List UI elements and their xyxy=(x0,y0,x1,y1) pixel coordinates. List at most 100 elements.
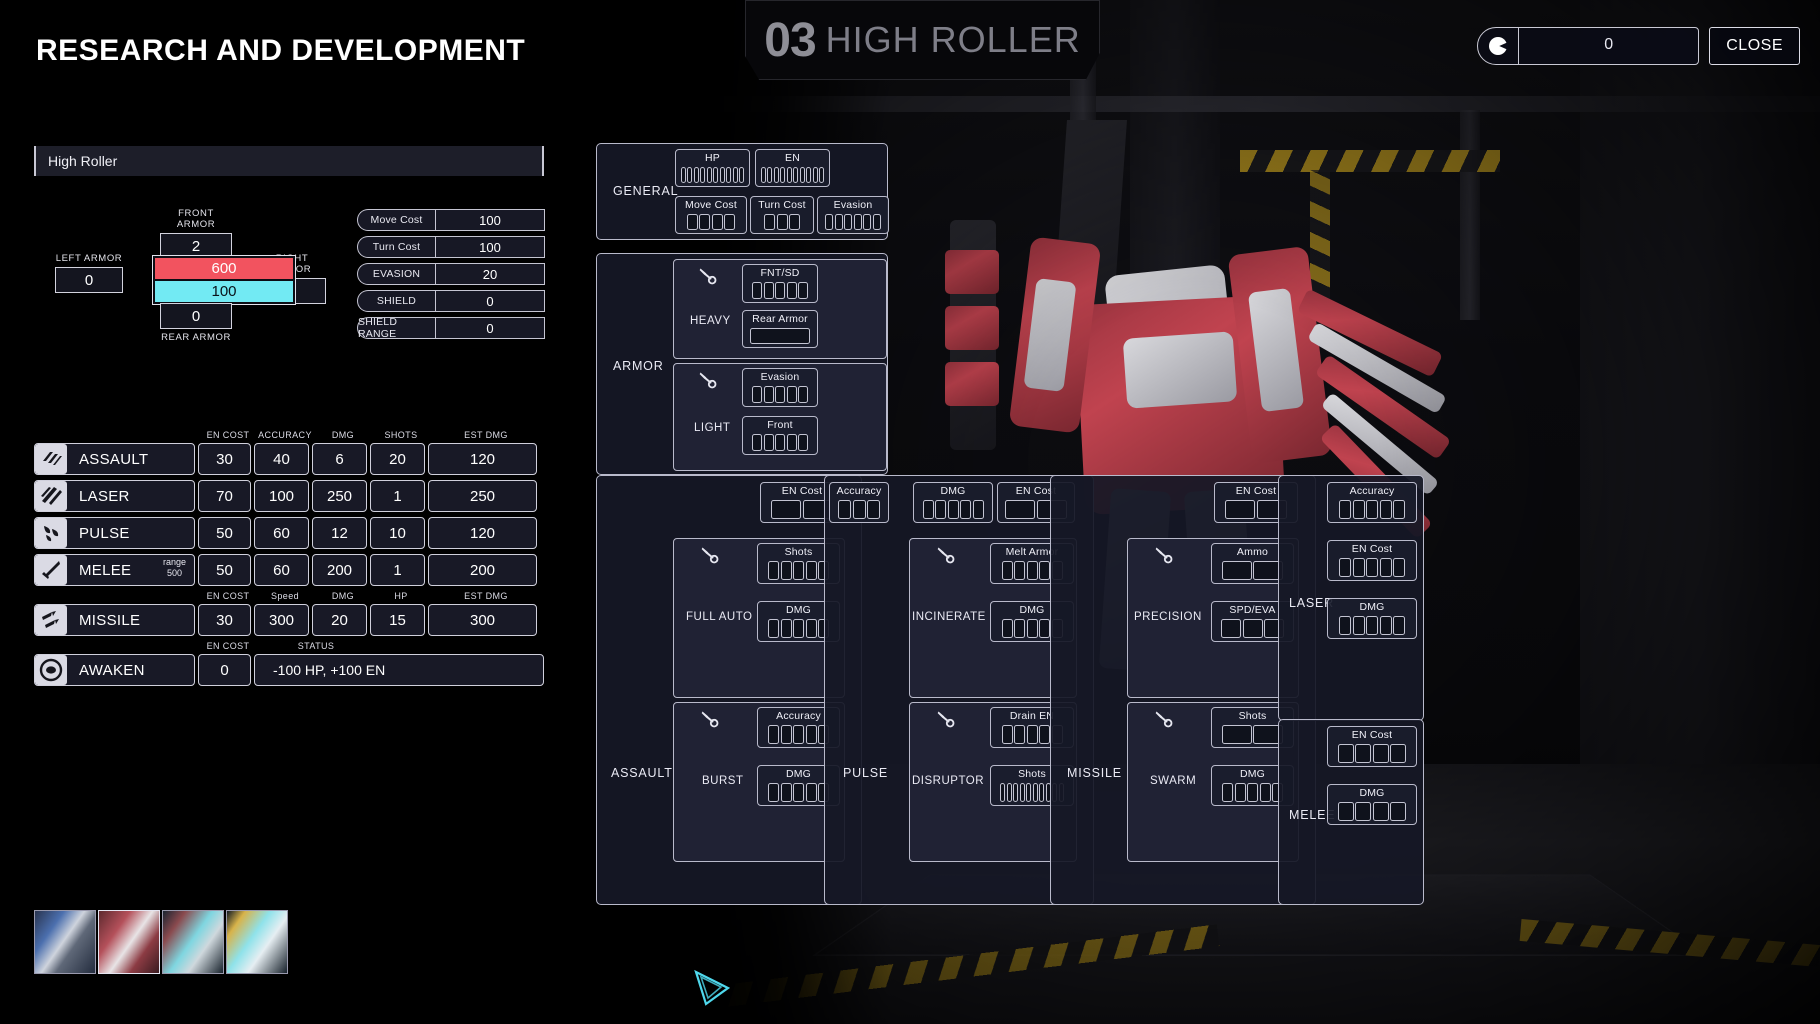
upgrade-pip[interactable] xyxy=(724,214,735,230)
upgrade-pip[interactable] xyxy=(764,282,774,299)
upgrade-pip[interactable] xyxy=(1243,619,1263,638)
upgrade-pip[interactable] xyxy=(1366,500,1378,519)
upgrade-pip[interactable] xyxy=(1366,616,1378,635)
upgrade-pip[interactable] xyxy=(781,725,792,744)
upgrade-pip[interactable] xyxy=(712,214,723,230)
unit-thumb-1[interactable] xyxy=(34,910,96,974)
upgrade-pip[interactable] xyxy=(787,434,797,451)
upgrade-pip[interactable] xyxy=(775,386,785,403)
upgrade-pip[interactable] xyxy=(973,500,984,519)
upgrade-pip[interactable] xyxy=(1039,619,1050,638)
upgrade-pip[interactable] xyxy=(1260,783,1271,802)
upgrade-pip[interactable] xyxy=(1005,500,1035,519)
upgrade-pip[interactable] xyxy=(768,783,779,802)
upgrade-node[interactable]: HP xyxy=(675,149,750,187)
upgrade-node[interactable]: Evasion xyxy=(817,196,889,234)
upgrade-pip[interactable] xyxy=(1039,783,1044,802)
close-button[interactable]: CLOSE xyxy=(1709,27,1800,65)
upgrade-pip[interactable] xyxy=(948,500,959,519)
upgrade-pip[interactable] xyxy=(825,214,833,230)
weapon-row-missile[interactable]: MISSILE 30 300 20 15 300 xyxy=(34,604,546,636)
upgrade-pip[interactable] xyxy=(1221,619,1241,638)
upgrade-node[interactable]: Front xyxy=(742,416,818,455)
upgrade-pip[interactable] xyxy=(1027,561,1038,580)
upgrade-pip[interactable] xyxy=(687,214,698,230)
upgrade-pip[interactable] xyxy=(806,725,817,744)
upgrade-pip[interactable] xyxy=(806,619,817,638)
upgrade-pip[interactable] xyxy=(1339,500,1351,519)
upgrade-pip[interactable] xyxy=(1380,558,1392,577)
upgrade-pip[interactable] xyxy=(806,167,811,183)
upgrade-pip[interactable] xyxy=(1247,783,1258,802)
upgrade-pip[interactable] xyxy=(1002,561,1013,580)
upgrade-node[interactable]: EN Cost xyxy=(1327,726,1417,767)
upgrade-pip[interactable] xyxy=(793,167,798,183)
upgrade-pip[interactable] xyxy=(707,167,712,183)
upgrade-pip[interactable] xyxy=(767,167,772,183)
upgrade-pip[interactable] xyxy=(1339,616,1351,635)
upgrade-pip[interactable] xyxy=(793,619,804,638)
upgrade-pip[interactable] xyxy=(798,434,808,451)
upgrade-pip[interactable] xyxy=(1027,725,1038,744)
upgrade-node[interactable]: Evasion xyxy=(742,368,818,407)
upgrade-pip[interactable] xyxy=(761,167,766,183)
upgrade-pip[interactable] xyxy=(1225,500,1255,519)
upgrade-node[interactable]: DMG xyxy=(913,482,993,523)
upgrade-pip[interactable] xyxy=(1393,616,1405,635)
upgrade-pip[interactable] xyxy=(752,386,762,403)
upgrade-pip[interactable] xyxy=(771,500,801,519)
unit-thumb-2[interactable] xyxy=(98,910,160,974)
upgrade-pip[interactable] xyxy=(1355,802,1371,821)
upgrade-pip[interactable] xyxy=(1013,783,1018,802)
upgrade-pip[interactable] xyxy=(1355,744,1371,763)
upgrade-pip[interactable] xyxy=(1014,619,1025,638)
upgrade-pip[interactable] xyxy=(687,167,692,183)
weapon-name-cell[interactable]: ASSAULT xyxy=(34,443,195,475)
upgrade-pip[interactable] xyxy=(1353,616,1365,635)
upgrade-pip[interactable] xyxy=(1338,744,1354,763)
upgrade-pip[interactable] xyxy=(720,167,725,183)
weapon-row[interactable]: LASER701002501250 xyxy=(34,480,546,512)
upgrade-pip[interactable] xyxy=(1366,558,1378,577)
upgrade-pip[interactable] xyxy=(699,214,710,230)
upgrade-pip[interactable] xyxy=(781,561,792,580)
upgrade-pip[interactable] xyxy=(1002,725,1013,744)
upgrade-pip[interactable] xyxy=(752,434,762,451)
upgrade-pip[interactable] xyxy=(793,561,804,580)
upgrade-pip[interactable] xyxy=(800,167,805,183)
upgrade-node[interactable]: DMG xyxy=(1327,598,1417,639)
upgrade-pip[interactable] xyxy=(838,500,851,519)
upgrade-pip[interactable] xyxy=(789,214,800,230)
upgrade-pip[interactable] xyxy=(798,386,808,403)
upgrade-pip[interactable] xyxy=(713,167,718,183)
upgrade-node[interactable]: EN xyxy=(755,149,830,187)
weapon-row[interactable]: MELEErange50050602001200 xyxy=(34,554,546,586)
upgrade-pip[interactable] xyxy=(854,214,862,230)
upgrade-pip[interactable] xyxy=(1222,725,1252,744)
upgrade-pip[interactable] xyxy=(1014,561,1025,580)
weapon-name-cell[interactable]: MISSILE xyxy=(34,604,195,636)
upgrade-pip[interactable] xyxy=(1373,802,1389,821)
upgrade-pip[interactable] xyxy=(681,167,686,183)
weapon-row[interactable]: PULSE50601210120 xyxy=(34,517,546,549)
upgrade-pip[interactable] xyxy=(1020,783,1025,802)
upgrade-pip[interactable] xyxy=(806,783,817,802)
upgrade-pip[interactable] xyxy=(1235,783,1246,802)
upgrade-pip[interactable] xyxy=(787,167,792,183)
upgrade-pip[interactable] xyxy=(781,783,792,802)
upgrade-pip[interactable] xyxy=(806,561,817,580)
upgrade-pip[interactable] xyxy=(844,214,852,230)
upgrade-pip[interactable] xyxy=(775,434,785,451)
upgrade-pip[interactable] xyxy=(793,783,804,802)
upgrade-pip[interactable] xyxy=(750,328,810,344)
upgrade-pip[interactable] xyxy=(923,500,934,519)
upgrade-pip[interactable] xyxy=(1380,500,1392,519)
unit-thumb-4[interactable] xyxy=(226,910,288,974)
upgrade-pip[interactable] xyxy=(752,282,762,299)
upgrade-node[interactable]: Accuracy xyxy=(829,482,889,523)
upgrade-pip[interactable] xyxy=(768,561,779,580)
upgrade-node[interactable]: FNT/SD xyxy=(742,264,818,303)
upgrade-pip[interactable] xyxy=(1007,783,1012,802)
weapon-name-cell[interactable]: PULSE xyxy=(34,517,195,549)
upgrade-pip[interactable] xyxy=(780,167,785,183)
